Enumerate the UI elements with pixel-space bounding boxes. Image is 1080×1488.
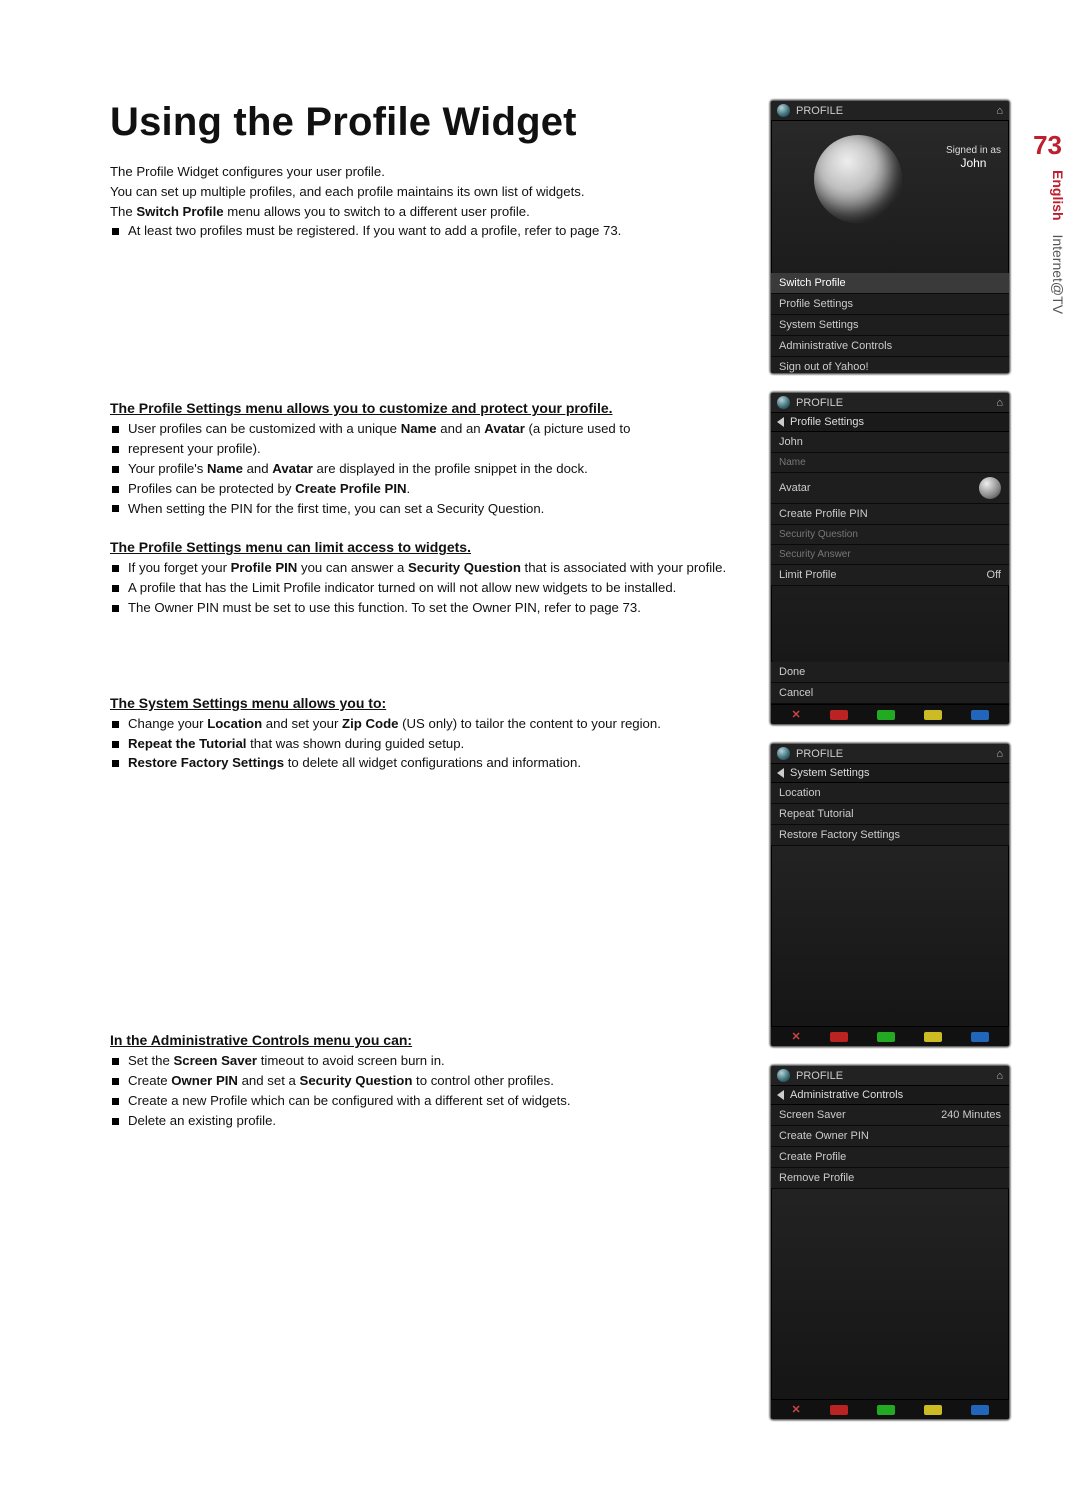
sys-bullet: Repeat the Tutorial that was shown durin… [110, 735, 742, 753]
widget-title: PROFILE [796, 1070, 843, 1082]
vertical-tab: English Internet@TV [1050, 170, 1066, 314]
adm-bullet: Delete an existing profile. [110, 1112, 742, 1130]
intro-line: You can set up multiple profiles, and ea… [110, 183, 742, 201]
widget-title: PROFILE [796, 397, 843, 409]
ps-row-sec-a: Security Answer [771, 545, 1009, 565]
globe-avatar-icon [814, 135, 902, 223]
close-icon[interactable]: ✕ [791, 1403, 800, 1416]
acc-bullet: The Owner PIN must be set to use this fu… [110, 599, 742, 617]
widget-title: PROFILE [796, 105, 843, 117]
blue-button-icon[interactable] [971, 710, 989, 720]
ac-row-screen-saver[interactable]: Screen Saver240 Minutes [771, 1105, 1009, 1126]
widget-admin-controls: PROFILE ⌂ Administrative Controls Screen … [770, 1065, 1010, 1420]
widget-profile-settings: PROFILE ⌂ Profile Settings John Name Avat… [770, 392, 1010, 725]
blue-button-icon[interactable] [971, 1032, 989, 1042]
close-icon[interactable]: ✕ [791, 708, 800, 721]
back-icon[interactable] [777, 417, 784, 427]
widget-subheader[interactable]: System Settings [771, 764, 1009, 783]
ps-bullet: represent your profile). [110, 440, 742, 458]
widget-screenshot-column: PROFILE ⌂ Signed in as John Switch Profi… [770, 100, 1010, 1420]
ss-row-repeat-tutorial[interactable]: Repeat Tutorial [771, 804, 1009, 825]
section-heading: In the Administrative Controls menu you … [110, 1032, 742, 1048]
vtab-section: Internet@TV [1050, 234, 1066, 314]
widget-title: PROFILE [796, 748, 843, 760]
section-profile-settings: The Profile Settings menu allows you to … [110, 400, 742, 517]
ss-row-location[interactable]: Location [771, 783, 1009, 804]
ac-row-create-profile[interactable]: Create Profile [771, 1147, 1009, 1168]
ps-bullet: Your profile's Name and Avatar are displ… [110, 460, 742, 478]
home-icon: ⌂ [996, 397, 1003, 409]
widget-system-settings: PROFILE ⌂ System Settings Location Repeat… [770, 743, 1010, 1047]
yahoo-icon [777, 104, 790, 117]
ps-row-done[interactable]: Done [771, 662, 1009, 683]
menu-item-admin-controls[interactable]: Administrative Controls [771, 336, 1009, 357]
intro-block: The Profile Widget configures your user … [110, 163, 742, 240]
intro-bullet: At least two profiles must be registered… [110, 222, 742, 240]
acc-bullet: A profile that has the Limit Profile ind… [110, 579, 742, 597]
section-system: The System Settings menu allows you to: … [110, 695, 742, 772]
yahoo-icon [777, 1069, 790, 1082]
red-button-icon[interactable] [830, 710, 848, 720]
yellow-button-icon[interactable] [924, 1405, 942, 1415]
menu-item-system-settings[interactable]: System Settings [771, 315, 1009, 336]
widget-profile-main: PROFILE ⌂ Signed in as John Switch Profi… [770, 100, 1010, 374]
yahoo-icon [777, 747, 790, 760]
section-access: The Profile Settings menu can limit acce… [110, 539, 742, 616]
ps-bullet: User profiles can be customized with a u… [110, 420, 742, 438]
home-icon: ⌂ [996, 1070, 1003, 1082]
green-button-icon[interactable] [877, 710, 895, 720]
ps-row-name-label: Name [771, 453, 1009, 473]
ac-row-create-owner-pin[interactable]: Create Owner PIN [771, 1126, 1009, 1147]
acc-bullet: If you forget your Profile PIN you can a… [110, 559, 742, 577]
ps-row-cancel[interactable]: Cancel [771, 683, 1009, 704]
adm-bullet: Create Owner PIN and set a Security Ques… [110, 1072, 742, 1090]
page-number: 73 [1033, 130, 1062, 161]
ps-row-create-pin[interactable]: Create Profile PIN [771, 504, 1009, 525]
vtab-language: English [1050, 170, 1066, 221]
menu-item-profile-settings[interactable]: Profile Settings [771, 294, 1009, 315]
red-button-icon[interactable] [830, 1032, 848, 1042]
manual-page: 73 English Internet@TV Using the Profile… [0, 0, 1080, 1488]
sys-bullet: Restore Factory Settings to delete all w… [110, 754, 742, 772]
widget-header: PROFILE ⌂ [771, 101, 1009, 121]
ac-row-remove-profile[interactable]: Remove Profile [771, 1168, 1009, 1189]
close-icon[interactable]: ✕ [791, 1030, 800, 1043]
menu-item-sign-out[interactable]: Sign out of Yahoo! [771, 357, 1009, 374]
yahoo-icon [777, 396, 790, 409]
green-button-icon[interactable] [877, 1405, 895, 1415]
blue-button-icon[interactable] [971, 1405, 989, 1415]
sys-bullet: Change your Location and set your Zip Co… [110, 715, 742, 733]
page-title: Using the Profile Widget [110, 100, 742, 145]
back-icon[interactable] [777, 768, 784, 778]
avatar-icon [979, 477, 1001, 499]
section-admin: In the Administrative Controls menu you … [110, 1032, 742, 1129]
ps-row-avatar[interactable]: Avatar [771, 473, 1009, 504]
signed-in-block: Signed in as John [946, 145, 1001, 229]
home-icon: ⌂ [996, 748, 1003, 760]
section-heading: The Profile Settings menu can limit acce… [110, 539, 742, 555]
intro-line: The Switch Profile menu allows you to sw… [110, 203, 742, 221]
menu-item-switch-profile[interactable]: Switch Profile [771, 273, 1009, 294]
back-icon[interactable] [777, 1090, 784, 1100]
section-heading: The System Settings menu allows you to: [110, 695, 742, 711]
adm-bullet: Set the Screen Saver timeout to avoid sc… [110, 1052, 742, 1070]
section-heading: The Profile Settings menu allows you to … [110, 400, 742, 416]
ps-row-limit-profile[interactable]: Limit ProfileOff [771, 565, 1009, 586]
widget-subheader[interactable]: Profile Settings [771, 413, 1009, 432]
adm-bullet: Create a new Profile which can be config… [110, 1092, 742, 1110]
home-icon: ⌂ [996, 105, 1003, 117]
widget-subheader[interactable]: Administrative Controls [771, 1086, 1009, 1105]
yellow-button-icon[interactable] [924, 710, 942, 720]
content-column: Using the Profile Widget The Profile Wid… [110, 100, 742, 1420]
yellow-button-icon[interactable] [924, 1032, 942, 1042]
green-button-icon[interactable] [877, 1032, 895, 1042]
ps-bullet: Profiles can be protected by Create Prof… [110, 480, 742, 498]
red-button-icon[interactable] [830, 1405, 848, 1415]
intro-line: The Profile Widget configures your user … [110, 163, 742, 181]
ps-bullet: When setting the PIN for the first time,… [110, 500, 742, 518]
ps-row-sec-q: Security Question [771, 525, 1009, 545]
ss-row-restore-factory[interactable]: Restore Factory Settings [771, 825, 1009, 846]
ps-row-user: John [771, 432, 1009, 453]
